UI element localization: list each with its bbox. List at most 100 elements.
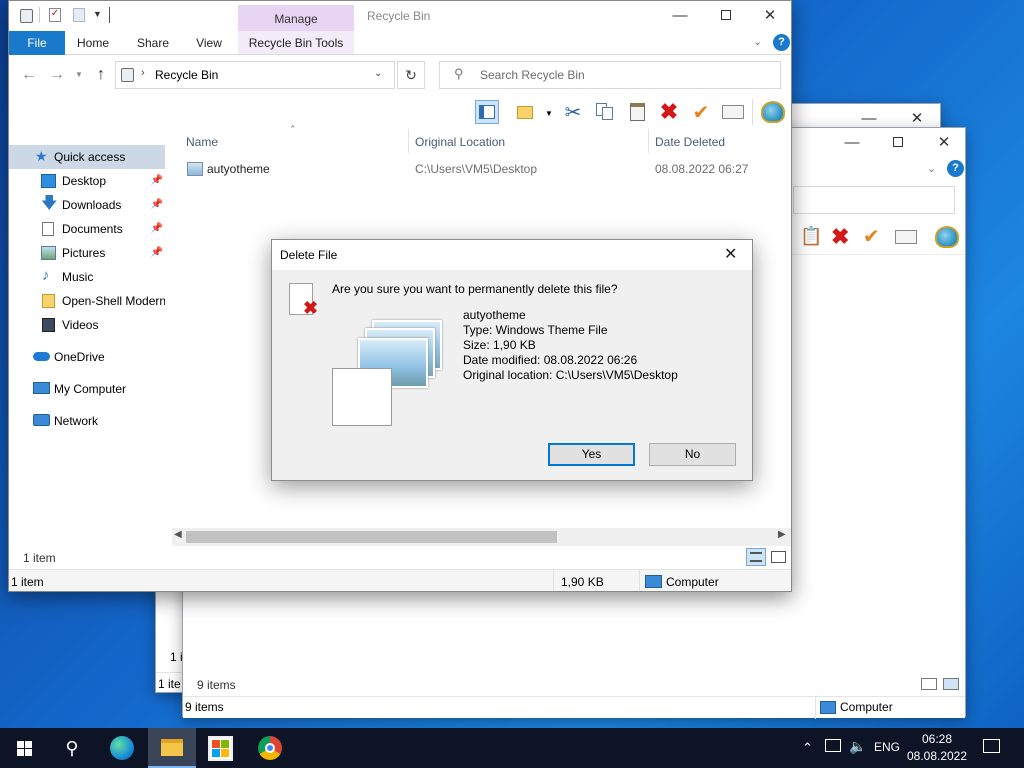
file-explorer-icon[interactable] bbox=[148, 728, 196, 768]
delete-file-dialog[interactable]: Delete File ✕ ✖ Are you sure you want to… bbox=[271, 239, 753, 481]
properties-icon[interactable] bbox=[721, 100, 745, 124]
chrome-icon[interactable] bbox=[246, 728, 294, 768]
address-dropdown-icon[interactable]: ⌄ bbox=[374, 68, 382, 79]
close-icon[interactable]: ✕ bbox=[747, 1, 791, 29]
check-icon[interactable]: ✔ bbox=[863, 224, 880, 249]
breadcrumb-separator-icon[interactable]: › bbox=[141, 67, 145, 79]
clock-date[interactable]: 08.08.2022 bbox=[904, 749, 970, 763]
paste-icon[interactable] bbox=[625, 100, 649, 124]
yes-button[interactable]: Yes bbox=[548, 443, 635, 466]
nav-pictures[interactable]: Pictures 📌 bbox=[9, 241, 165, 265]
column-header-date-deleted[interactable]: Date Deleted bbox=[655, 131, 725, 153]
dialog-file-name: autyotheme bbox=[463, 308, 526, 322]
scroll-left-icon[interactable]: ◀ bbox=[174, 529, 182, 540]
navigation-pane-icon[interactable] bbox=[475, 100, 499, 124]
nav-documents[interactable]: Documents 📌 bbox=[9, 217, 165, 241]
recycle-bin-icon[interactable] bbox=[19, 8, 35, 24]
new-folder-qat-icon[interactable] bbox=[73, 8, 89, 24]
language-indicator[interactable]: ENG bbox=[874, 740, 900, 754]
address-bar[interactable]: › Recycle Bin ⌄ bbox=[115, 61, 395, 89]
manage-context-tab[interactable]: Manage bbox=[238, 5, 354, 33]
up-button[interactable]: ↑ bbox=[89, 63, 113, 87]
forward-button[interactable]: → bbox=[45, 63, 69, 87]
pin-icon[interactable]: 📌 bbox=[151, 169, 163, 193]
scroll-right-icon[interactable]: ▶ bbox=[778, 529, 786, 540]
refresh-button[interactable]: ↻ bbox=[397, 61, 425, 89]
nav-onedrive[interactable]: OneDrive bbox=[9, 345, 165, 369]
help-icon[interactable]: ? bbox=[773, 34, 790, 51]
properties-icon[interactable] bbox=[895, 230, 917, 244]
delete-icon[interactable]: ✖ bbox=[831, 224, 849, 250]
nav-network[interactable]: Network bbox=[9, 409, 165, 433]
check-icon[interactable]: ✔ bbox=[689, 100, 713, 124]
tab-recycle-bin-tools[interactable]: Recycle Bin Tools bbox=[238, 31, 354, 55]
details-view-icon[interactable] bbox=[921, 678, 937, 690]
title-bar[interactable]: ✓ ▼ Manage Recycle Bin — ✕ bbox=[9, 1, 791, 33]
notification-icon[interactable] bbox=[983, 739, 1000, 753]
minimize-icon[interactable]: — bbox=[829, 128, 875, 156]
videos-icon bbox=[42, 318, 55, 332]
search-placeholder: Search Recycle Bin bbox=[480, 68, 585, 82]
tab-home[interactable]: Home bbox=[71, 31, 115, 55]
bg-search-box[interactable] bbox=[793, 186, 955, 214]
properties-qat-icon[interactable]: ✓ bbox=[49, 8, 65, 24]
qat-dropdown-icon[interactable]: ▼ bbox=[93, 9, 102, 19]
scrollbar-thumb[interactable] bbox=[186, 531, 557, 543]
back-button[interactable]: ← bbox=[17, 63, 41, 87]
close-icon[interactable]: ✕ bbox=[921, 128, 967, 156]
nav-my-computer[interactable]: My Computer bbox=[9, 377, 165, 401]
help-icon[interactable]: ? bbox=[947, 160, 964, 177]
pin-icon[interactable]: 📌 bbox=[151, 193, 163, 217]
store-icon[interactable] bbox=[196, 728, 244, 768]
details-view-icon[interactable] bbox=[746, 548, 766, 566]
column-header-original-location[interactable]: Original Location bbox=[415, 131, 505, 153]
large-icons-view-icon[interactable] bbox=[771, 551, 786, 563]
search-icon[interactable]: ⚲ bbox=[48, 728, 96, 768]
nav-music[interactable]: ♪ Music bbox=[9, 265, 165, 289]
tab-share[interactable]: Share bbox=[131, 31, 175, 55]
cut-icon[interactable]: ✂ bbox=[561, 100, 585, 124]
ribbon-collapse-icon[interactable]: ⌄ bbox=[927, 162, 936, 175]
tab-view[interactable]: View bbox=[189, 31, 229, 55]
shell-icon[interactable] bbox=[761, 100, 785, 124]
search-input[interactable]: ⚲ Search Recycle Bin bbox=[439, 61, 781, 89]
options-dropdown-icon[interactable]: ▼ bbox=[545, 109, 553, 118]
network-status-icon[interactable] bbox=[825, 739, 841, 752]
edge-icon[interactable] bbox=[98, 728, 146, 768]
pin-icon[interactable]: 📌 bbox=[151, 241, 163, 265]
horizontal-scrollbar[interactable]: ◀ ▶ bbox=[172, 528, 791, 546]
nav-open-shell-modern[interactable]: Open-Shell Modern bbox=[9, 289, 165, 313]
start-button[interactable] bbox=[0, 728, 48, 768]
table-row[interactable]: autyotheme C:\Users\VM5\Desktop 08.08.20… bbox=[173, 157, 791, 181]
tab-file[interactable]: File bbox=[9, 31, 65, 55]
nav-videos[interactable]: Videos bbox=[9, 313, 165, 337]
nav-quick-access[interactable]: ★ Quick access bbox=[9, 145, 165, 169]
dialog-title-bar[interactable]: Delete File ✕ bbox=[272, 240, 752, 270]
file-original-location: C:\Users\VM5\Desktop bbox=[415, 162, 538, 176]
bg-status-items: 9 items bbox=[185, 700, 224, 714]
dialog-file-size: Size: 1,90 KB bbox=[463, 338, 536, 352]
copy-icon[interactable] bbox=[593, 100, 617, 124]
no-button[interactable]: No bbox=[649, 443, 736, 466]
nav-desktop[interactable]: Desktop 📌 bbox=[9, 169, 165, 193]
recent-locations-icon[interactable]: ▼ bbox=[75, 70, 83, 79]
maximize-icon[interactable] bbox=[703, 1, 749, 29]
close-icon[interactable]: ✕ bbox=[724, 244, 737, 264]
computer-icon bbox=[820, 701, 836, 714]
column-header-name[interactable]: Name bbox=[186, 131, 218, 153]
pin-icon[interactable]: 📌 bbox=[151, 217, 163, 241]
minimize-icon[interactable]: — bbox=[657, 1, 703, 29]
large-icons-view-icon[interactable] bbox=[943, 678, 959, 690]
ribbon-collapse-icon[interactable]: ⌄ bbox=[753, 35, 762, 48]
breadcrumb[interactable]: Recycle Bin bbox=[155, 68, 218, 82]
maximize-icon[interactable] bbox=[875, 128, 921, 156]
volume-icon[interactable]: 🔈 bbox=[849, 738, 866, 755]
show-hidden-icons-icon[interactable]: ⌃ bbox=[802, 740, 813, 756]
nav-downloads[interactable]: 🡇 Downloads 📌 bbox=[9, 193, 165, 217]
taskbar: ⚲ ⌃ 🔈 ENG 06:28 08.08.2022 bbox=[0, 728, 1024, 768]
shell-icon[interactable] bbox=[935, 226, 959, 248]
delete-icon[interactable]: ✖ bbox=[657, 99, 681, 124]
clipboard-icon[interactable]: 📋 bbox=[800, 226, 822, 247]
folder-options-icon[interactable] bbox=[513, 100, 537, 124]
clock-time[interactable]: 06:28 bbox=[910, 732, 964, 746]
